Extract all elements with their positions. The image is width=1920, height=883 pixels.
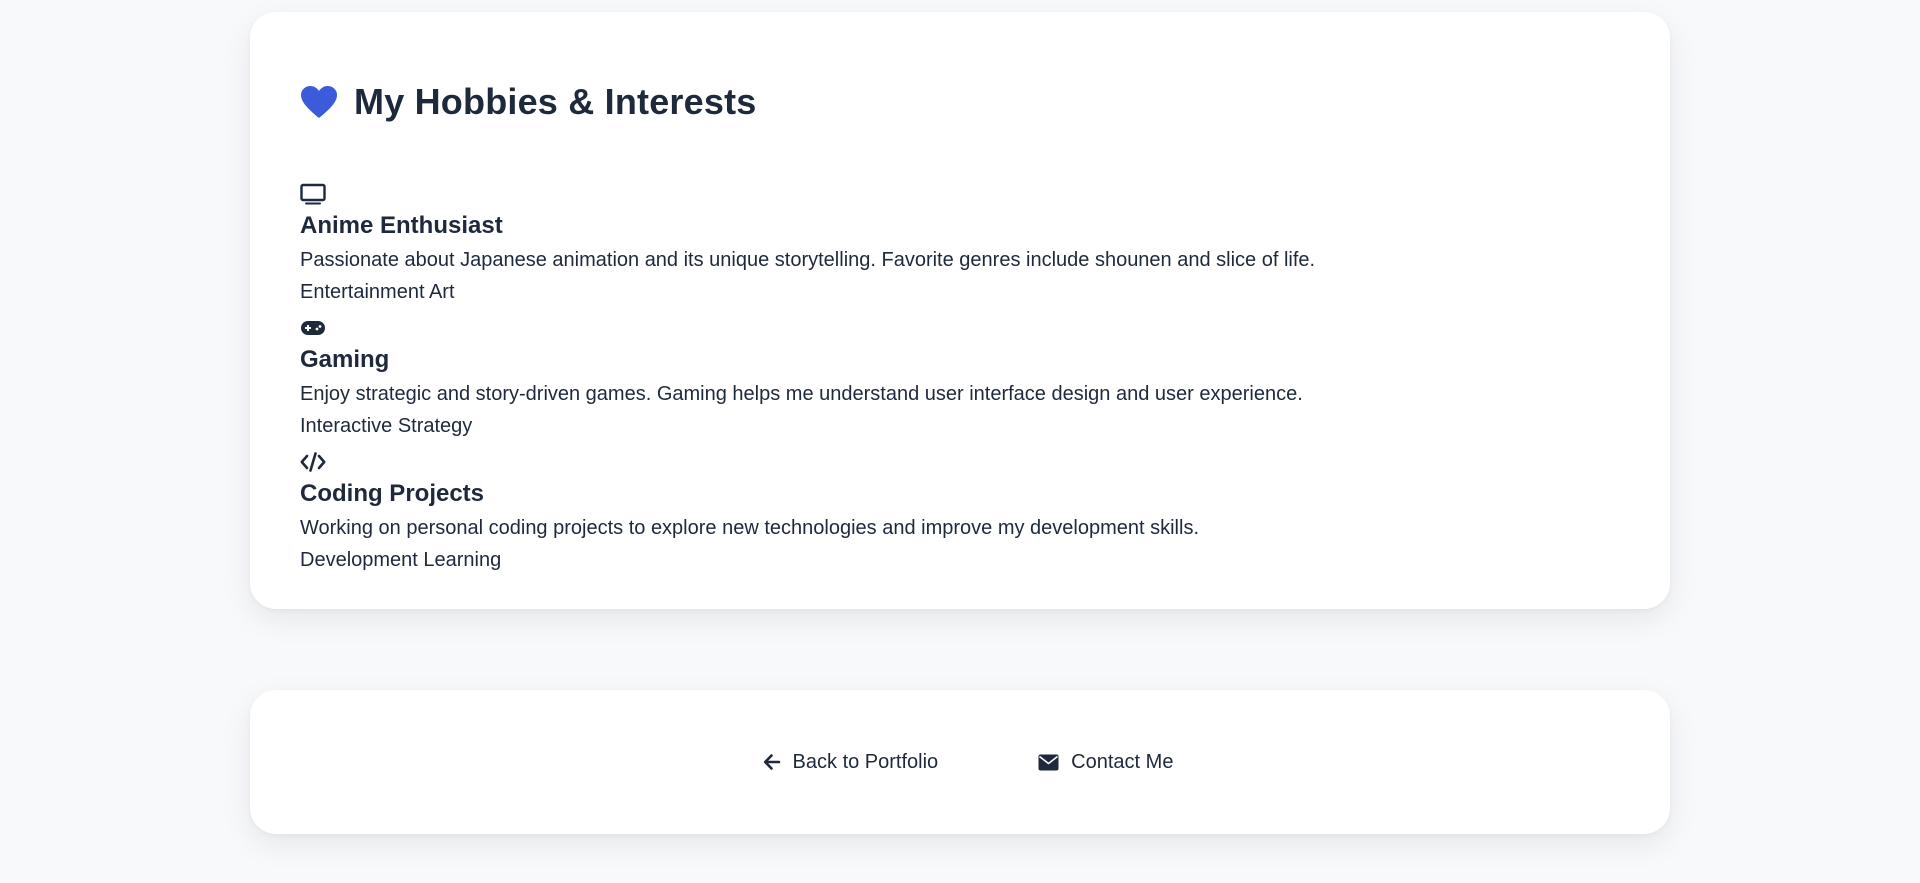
back-to-portfolio-label: Back to Portfolio xyxy=(792,750,939,773)
back-to-portfolio-link[interactable]: Back to Portfolio xyxy=(763,750,939,774)
hobby-description: Working on personal coding projects to e… xyxy=(300,517,1199,539)
hobby-item-coding: Coding Projects Working on personal codi… xyxy=(300,450,1620,576)
footer-card: Back to Portfolio Contact Me xyxy=(250,690,1670,834)
hobby-description: Passionate about Japanese animation and … xyxy=(300,249,1316,271)
envelope-icon xyxy=(1038,754,1059,771)
code-icon xyxy=(300,450,1620,474)
hobby-title: Coding Projects xyxy=(300,480,485,507)
section-title: My Hobbies & Interests xyxy=(354,81,757,122)
hobby-list: Anime Enthusiast Passionate about Japane… xyxy=(300,182,1620,576)
hobby-title: Gaming xyxy=(300,346,390,373)
hobby-tags: Entertainment Art xyxy=(300,281,455,303)
gamepad-icon xyxy=(300,316,1620,340)
hobby-item-anime: Anime Enthusiast Passionate about Japane… xyxy=(300,182,1620,308)
section-header: My Hobbies & Interests xyxy=(300,70,1620,134)
hobby-title: Anime Enthusiast xyxy=(300,212,503,239)
contact-me-label: Contact Me xyxy=(1071,750,1174,773)
hobby-tags: Development Learning xyxy=(300,549,502,571)
hobby-tags: Interactive Strategy xyxy=(300,415,473,437)
hobby-description: Enjoy strategic and story-driven games. … xyxy=(300,383,1303,405)
heart-icon xyxy=(300,85,338,119)
tv-icon xyxy=(300,182,1620,206)
arrow-left-icon xyxy=(763,753,781,771)
hobbies-card: My Hobbies & Interests Anime Enthusiast … xyxy=(250,12,1670,609)
hobby-item-gaming: Gaming Enjoy strategic and story-driven … xyxy=(300,316,1620,442)
contact-me-link[interactable]: Contact Me xyxy=(1038,751,1173,774)
